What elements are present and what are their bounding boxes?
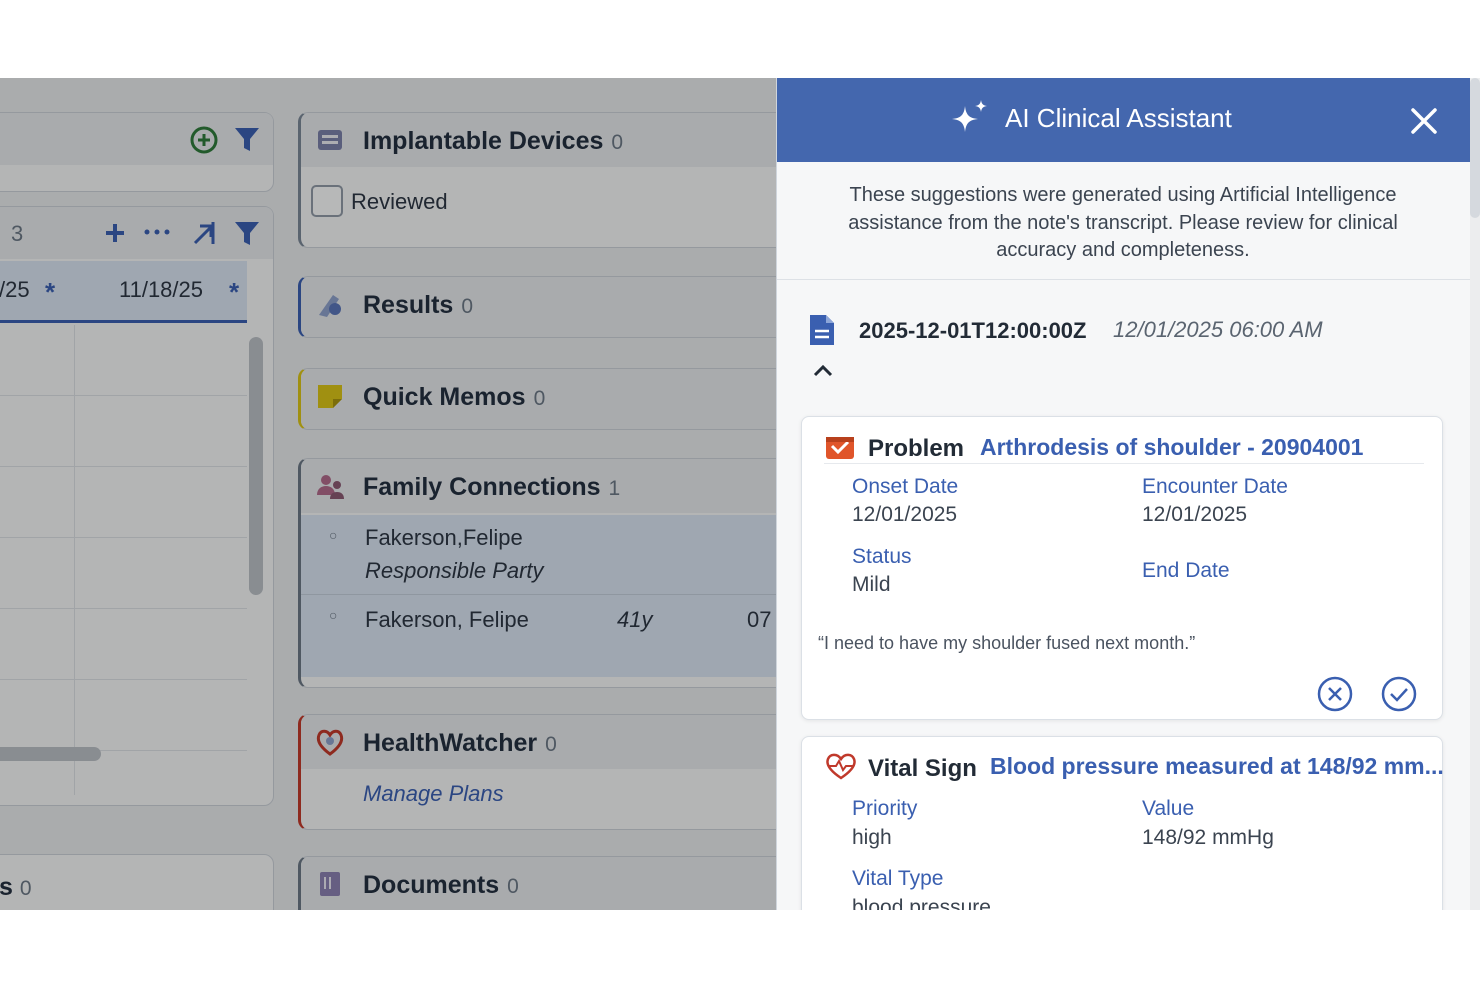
ai-disclaimer: These suggestions were generated using A… — [848, 184, 1398, 261]
modal-overlay[interactable] — [0, 78, 776, 910]
field-label: Priority — [852, 797, 918, 820]
chevron-up-icon[interactable] — [811, 360, 835, 380]
problem-icon — [826, 437, 854, 459]
reject-icon[interactable] — [1316, 675, 1354, 713]
vital-sign-icon — [826, 753, 856, 780]
panel-scrollbar[interactable] — [1470, 78, 1480, 218]
field-value: blood pressure — [852, 896, 991, 910]
app-frame: 3 /25 * 11/18/25 * s 0 Implantable Devic… — [0, 78, 1480, 910]
field-value: Mild — [852, 573, 891, 596]
patient-chart-background: 3 /25 * 11/18/25 * s 0 Implantable Devic… — [0, 78, 776, 910]
field-label: Vital Type — [852, 867, 944, 890]
accept-icon[interactable] — [1380, 675, 1418, 713]
close-icon[interactable] — [1407, 104, 1441, 138]
suggestion-name[interactable]: Arthrodesis of shoulder - 20904001 — [980, 434, 1363, 461]
panel-header: AI Clinical Assistant — [777, 78, 1470, 162]
suggestion-type: Vital Sign — [868, 755, 977, 782]
ai-clinical-assistant-panel: AI Clinical Assistant These suggestions … — [776, 78, 1470, 910]
suggestion-name[interactable]: Blood pressure measured at 148/92 mm... — [990, 753, 1444, 780]
field-value: 148/92 mmHg — [1142, 826, 1274, 849]
suggestion-type: Problem — [868, 435, 965, 462]
field-value: 12/01/2025 — [852, 503, 958, 526]
field-value: high — [852, 826, 892, 849]
field-label: Value — [1142, 797, 1195, 820]
sparkle-icon — [952, 100, 987, 132]
field-label: Status — [852, 545, 912, 568]
divider — [777, 279, 1470, 280]
note-datetime: 12/01/2025 06:00 AM — [1113, 317, 1323, 342]
panel-title: AI Clinical Assistant — [1005, 103, 1232, 133]
note-id: 2025-12-01T12:00:00Z — [859, 318, 1087, 343]
field-label: Onset Date — [852, 475, 959, 498]
suggestion-card-problem: Problem Arthrodesis of shoulder - 209040… — [801, 416, 1443, 720]
transcript-quote: “I need to have my shoulder fused next m… — [818, 633, 1196, 653]
suggestion-card-vital-sign: Vital Sign Blood pressure measured at 14… — [801, 736, 1444, 910]
field-label: Encounter Date — [1142, 475, 1288, 498]
field-value: 12/01/2025 — [1142, 503, 1248, 526]
document-icon — [810, 315, 834, 345]
field-label: End Date — [1142, 559, 1230, 582]
